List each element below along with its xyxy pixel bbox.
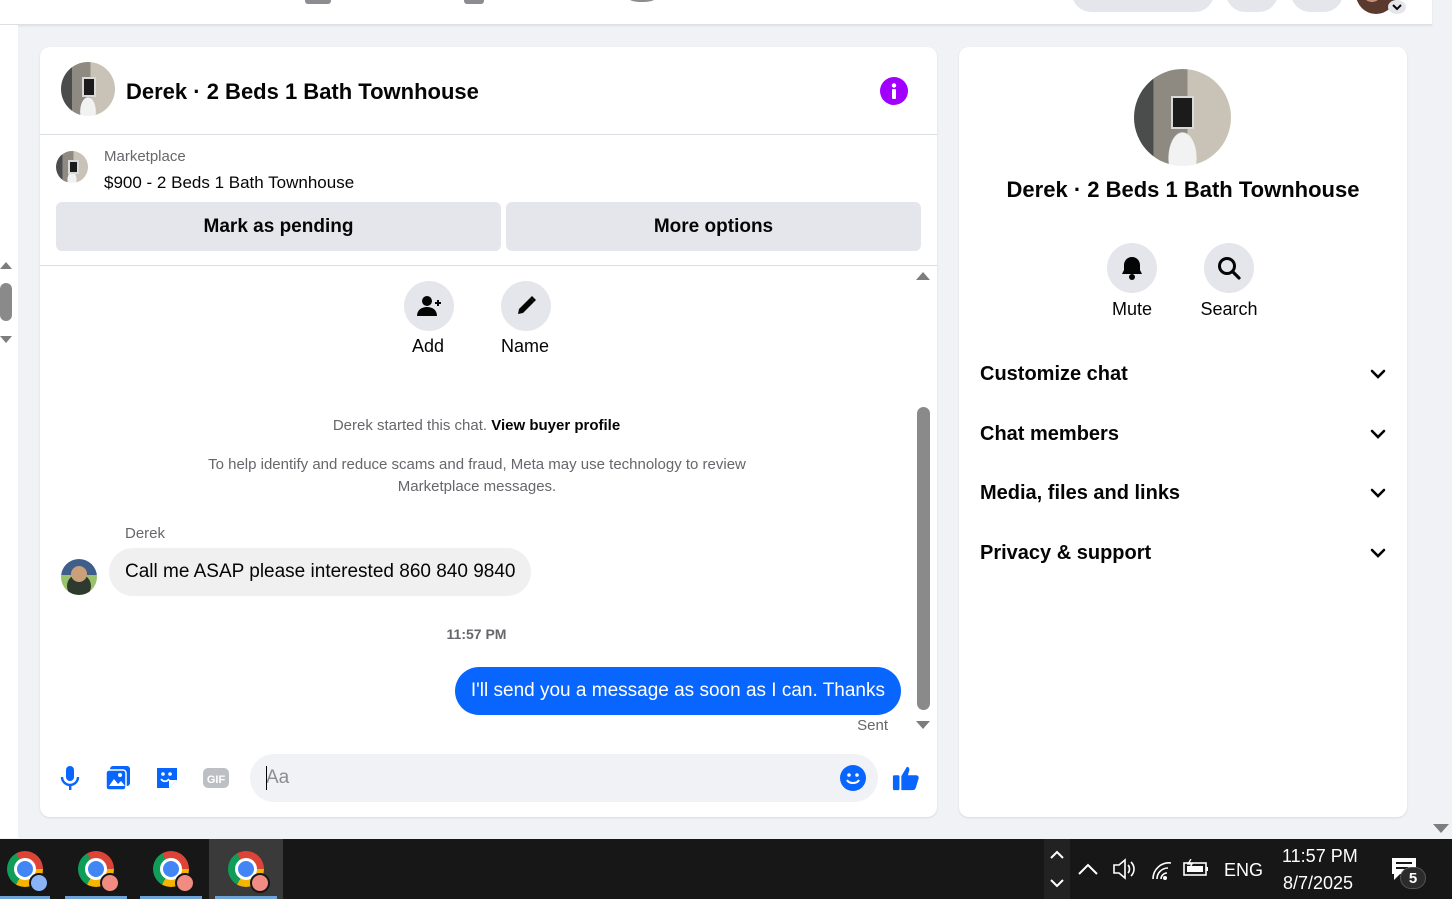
chevron-down-icon[interactable] bbox=[1044, 869, 1070, 899]
left-sidebar-edge bbox=[0, 25, 18, 838]
listing-thumbnail[interactable] bbox=[56, 151, 88, 183]
search-icon[interactable] bbox=[1204, 243, 1254, 293]
messages-scroll-up-arrow[interactable] bbox=[916, 272, 930, 280]
view-buyer-profile-link[interactable]: View buyer profile bbox=[491, 417, 620, 434]
message-input[interactable] bbox=[250, 754, 878, 802]
search-label: Search bbox=[1200, 299, 1258, 319]
listing-source: Marketplace bbox=[104, 148, 186, 165]
outgoing-message[interactable]: I'll send you a message as soon as I can… bbox=[454, 667, 901, 715]
scam-notice: To help identify and reduce scams and fr… bbox=[208, 456, 746, 495]
listing-strip: Marketplace $900 - 2 Beds 1 Bath Townhou… bbox=[40, 136, 937, 266]
chevron-down-icon bbox=[1370, 548, 1386, 558]
sender-avatar[interactable] bbox=[61, 559, 97, 595]
taskbar-chrome-1[interactable] bbox=[0, 839, 50, 899]
mute-label: Mute bbox=[1111, 299, 1153, 319]
message-list: Add Name Derek started this chat. View b… bbox=[40, 267, 910, 737]
chrome-icon bbox=[78, 851, 120, 893]
chat-started-line: Derek started this chat. View buyer prof… bbox=[40, 417, 913, 434]
nav-messenger-button[interactable] bbox=[1291, 0, 1343, 12]
nav-marketplace-icon[interactable] bbox=[464, 0, 484, 4]
message-timestamp: 11:57 PM bbox=[446, 626, 507, 642]
wifi-icon[interactable] bbox=[1149, 859, 1175, 881]
name-label: Name bbox=[500, 336, 549, 356]
media-files-links-section[interactable]: Media, files and links bbox=[980, 475, 1386, 511]
thumbs-up-icon[interactable] bbox=[892, 764, 920, 792]
photo-icon[interactable] bbox=[104, 764, 132, 792]
more-options-button[interactable]: More options bbox=[506, 202, 921, 251]
nav-search-pill[interactable] bbox=[1072, 0, 1214, 12]
add-label: Add bbox=[411, 336, 445, 356]
chat-title[interactable]: Derek · 2 Beds 1 Bath Townhouse bbox=[126, 79, 479, 105]
taskbar-chrome-2[interactable] bbox=[59, 839, 133, 899]
mark-as-pending-button[interactable]: Mark as pending bbox=[56, 202, 501, 251]
listing-title[interactable]: $900 - 2 Beds 1 Bath Townhouse bbox=[104, 173, 354, 193]
text-caret bbox=[266, 766, 267, 790]
sidebar-scroll-up-arrow[interactable] bbox=[0, 262, 12, 269]
message-composer: GIF bbox=[40, 747, 937, 817]
clock-date[interactable]: 8/7/2025 bbox=[1283, 873, 1353, 894]
tray-overflow-icon[interactable] bbox=[1077, 862, 1099, 876]
chevron-down-icon bbox=[1370, 369, 1386, 379]
page-scroll-down-arrow[interactable] bbox=[1433, 824, 1449, 833]
sent-status: Sent bbox=[857, 717, 888, 734]
windows-taskbar: ENG 11:57 PM 8/7/2025 5 bbox=[0, 839, 1452, 899]
sender-name: Derek bbox=[125, 525, 166, 542]
info-title: Derek · 2 Beds 1 Bath Townhouse bbox=[1006, 177, 1360, 202]
gif-icon[interactable]: GIF bbox=[202, 764, 230, 792]
info-icon[interactable] bbox=[880, 77, 908, 105]
chat-info-panel: Derek · 2 Beds 1 Bath Townhouse Mute Sea… bbox=[959, 47, 1407, 817]
messages-scroll-down-arrow[interactable] bbox=[916, 721, 930, 729]
chat-avatar[interactable] bbox=[61, 62, 115, 116]
privacy-support-label: Privacy & support bbox=[980, 541, 1152, 564]
top-navigation-bar bbox=[0, 0, 1432, 25]
chrome-icon bbox=[228, 851, 270, 893]
customize-chat-section[interactable]: Customize chat bbox=[980, 356, 1386, 392]
pencil-icon[interactable] bbox=[501, 281, 551, 331]
chat-header: Derek · 2 Beds 1 Bath Townhouse bbox=[40, 47, 937, 135]
chrome-icon bbox=[153, 851, 195, 893]
sidebar-scrollbar-thumb[interactable] bbox=[0, 283, 12, 321]
chevron-down-icon[interactable] bbox=[1388, 0, 1406, 14]
privacy-support-section[interactable]: Privacy & support bbox=[980, 535, 1386, 571]
chrome-icon bbox=[7, 851, 49, 893]
battery-icon[interactable] bbox=[1182, 859, 1210, 879]
chat-members-label: Chat members bbox=[980, 422, 1119, 445]
taskbar-chrome-3[interactable] bbox=[134, 839, 208, 899]
taskbar-chrome-4[interactable] bbox=[209, 839, 283, 899]
emoji-icon[interactable] bbox=[839, 764, 867, 792]
messages-scrollbar-thumb[interactable] bbox=[917, 407, 930, 710]
nav-menu-button[interactable] bbox=[1226, 0, 1278, 12]
nav-groups-icon[interactable] bbox=[628, 0, 656, 2]
svg-text:GIF: GIF bbox=[207, 774, 226, 786]
chat-started-text: Derek started this chat. bbox=[332, 417, 488, 434]
chat-members-section[interactable]: Chat members bbox=[980, 416, 1386, 452]
clock-time[interactable]: 11:57 PM bbox=[1282, 846, 1358, 867]
incoming-message[interactable]: Call me ASAP please interested 860 840 9… bbox=[109, 548, 532, 596]
microphone-icon[interactable] bbox=[56, 764, 84, 792]
chat-panel: Derek · 2 Beds 1 Bath Townhouse Marketpl… bbox=[40, 47, 937, 817]
add-person-icon[interactable] bbox=[404, 281, 454, 331]
sticker-icon[interactable] bbox=[153, 764, 181, 792]
sidebar-scroll-down-arrow[interactable] bbox=[0, 336, 12, 343]
language-indicator[interactable]: ENG bbox=[1224, 860, 1263, 881]
chevron-down-icon bbox=[1370, 488, 1386, 498]
media-files-links-label: Media, files and links bbox=[980, 481, 1181, 504]
volume-icon[interactable] bbox=[1112, 858, 1138, 880]
info-avatar[interactable] bbox=[1134, 69, 1231, 166]
customize-chat-label: Customize chat bbox=[980, 362, 1128, 385]
taskbar-scroll[interactable] bbox=[1044, 839, 1070, 899]
bell-icon[interactable] bbox=[1107, 243, 1157, 293]
chevron-up-icon[interactable] bbox=[1044, 839, 1070, 869]
nav-video-icon[interactable] bbox=[305, 0, 331, 4]
chevron-down-icon bbox=[1370, 429, 1386, 439]
notification-count: 5 bbox=[1400, 867, 1426, 889]
